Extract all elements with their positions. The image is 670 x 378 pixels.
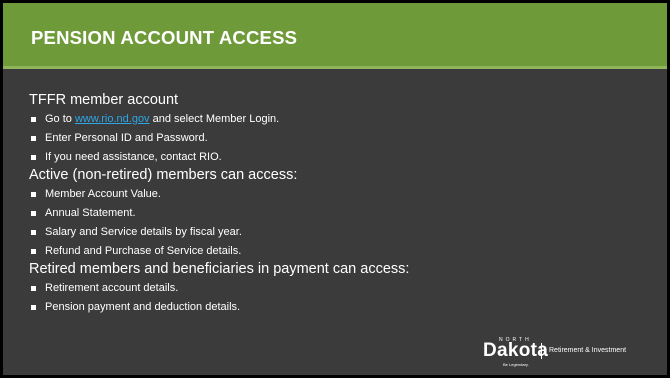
bullet-icon <box>31 249 36 254</box>
list-item-text: Annual Statement. <box>45 207 136 219</box>
title-bar: PENSION ACCOUNT ACCESS <box>3 3 667 69</box>
list-item-text-before: Go to <box>45 113 75 125</box>
section-heading-active-members: Active (non-retired) members can access: <box>29 167 298 183</box>
rio-website-link[interactable]: www.rio.nd.gov <box>75 113 150 125</box>
slide-title: PENSION ACCOUNT ACCESS <box>31 27 298 48</box>
section-heading-tffr: TFFR member account <box>29 92 179 108</box>
list-item-text: If you need assistance, contact RIO. <box>45 151 222 163</box>
active-members-list: Member Account Value. Annual Statement. … <box>29 185 647 261</box>
section-heading-retired-members: Retired members and beneficiaries in pay… <box>29 261 410 277</box>
bullet-icon <box>31 136 36 141</box>
bullet-icon <box>31 117 36 122</box>
list-item: Annual Statement. <box>29 204 647 223</box>
bullet-icon <box>31 230 36 235</box>
logo-tagline: Be Legendary. <box>503 362 529 367</box>
title-bar-accent <box>3 66 667 69</box>
list-item-text: Member Account Value. <box>45 188 161 200</box>
list-item: Pension payment and deduction details. <box>29 298 647 317</box>
list-item-text: Retirement account details. <box>45 282 179 294</box>
bullet-icon <box>31 305 36 310</box>
slide: PENSION ACCOUNT ACCESS TFFR member accou… <box>3 3 667 375</box>
north-dakota-logo: NORTH Dakota Be Legendary. Retirement & … <box>483 337 655 367</box>
logo-division-name: Retirement & Investment <box>549 347 627 354</box>
bullet-icon <box>31 155 36 160</box>
list-item-text: Refund and Purchase of Service details. <box>45 245 242 257</box>
slide-content: TFFR member account Go to www.rio.nd.gov… <box>29 92 647 317</box>
list-item-text-after: and select Member Login. <box>149 113 280 125</box>
tffr-list: Go to www.rio.nd.gov and select Member L… <box>29 110 647 167</box>
list-item-text: Salary and Service details by fiscal yea… <box>45 226 242 238</box>
list-item: Go to www.rio.nd.gov and select Member L… <box>29 110 647 129</box>
bullet-icon <box>31 211 36 216</box>
list-item-text: Enter Personal ID and Password. <box>45 132 208 144</box>
list-item: Retirement account details. <box>29 279 647 298</box>
list-item: Salary and Service details by fiscal yea… <box>29 223 647 242</box>
retired-members-list: Retirement account details. Pension paym… <box>29 279 647 317</box>
list-item: Enter Personal ID and Password. <box>29 129 647 148</box>
logo-dakota-wordmark: Dakota <box>483 340 549 361</box>
list-item: If you need assistance, contact RIO. <box>29 148 647 167</box>
list-item: Member Account Value. <box>29 185 647 204</box>
bullet-icon <box>31 286 36 291</box>
bullet-icon <box>31 192 36 197</box>
logo-divider <box>541 343 542 359</box>
list-item: Refund and Purchase of Service details. <box>29 242 647 261</box>
list-item-text: Pension payment and deduction details. <box>45 301 241 313</box>
